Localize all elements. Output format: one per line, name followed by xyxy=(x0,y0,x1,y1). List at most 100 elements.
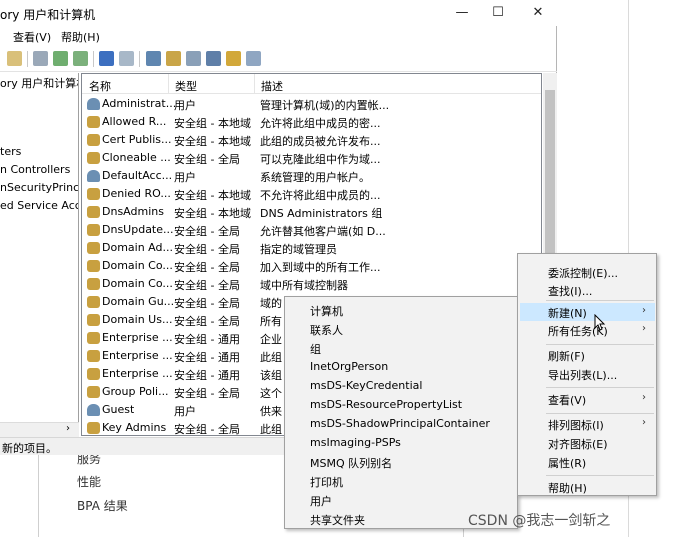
menu-view[interactable]: 查看(V) xyxy=(13,29,51,45)
status-text: 新的项目。 xyxy=(2,442,57,455)
scroll-right-icon[interactable]: › xyxy=(66,423,70,434)
cell-name: Guest xyxy=(102,403,135,416)
table-row[interactable]: Domain Co... 安全组 - 全局 加入到域中的所有工作... xyxy=(82,257,541,275)
new-submenu-item[interactable]: 用户 xyxy=(310,493,332,509)
tree-pane: ory 用户和计算机 ters n Controllers nSecurityP… xyxy=(0,73,79,423)
group-icon xyxy=(87,152,100,164)
new-submenu-item[interactable]: 组 xyxy=(310,341,321,357)
new-submenu-item[interactable]: 计算机 xyxy=(310,303,343,319)
cell-name: Cert Publis... xyxy=(102,133,172,146)
toolbar-separator xyxy=(139,51,140,67)
new-user-icon[interactable] xyxy=(146,51,161,66)
column-divider[interactable] xyxy=(168,74,169,94)
column-header-description[interactable]: 描述 xyxy=(261,78,283,94)
submenu-arrow-icon: › xyxy=(642,417,646,428)
filter-icon[interactable] xyxy=(206,51,221,66)
cell-name: Group Poli... xyxy=(102,385,169,398)
column-divider[interactable] xyxy=(254,74,255,94)
tree-item[interactable]: n Controllers xyxy=(0,163,70,176)
group-icon xyxy=(87,422,100,434)
context-menu-item[interactable]: 导出列表(L)... xyxy=(548,367,617,383)
cell-description: 此组的成员被允许发布... xyxy=(260,135,381,148)
cell-type: 安全组 - 本地域 xyxy=(174,135,251,148)
group-icon xyxy=(87,134,100,146)
context-menu-item[interactable]: 帮助(H) xyxy=(548,480,587,496)
new-submenu-item[interactable]: msDS-ResourcePropertyList xyxy=(310,398,462,411)
table-row[interactable]: DefaultAcc... 用户 系统管理的用户帐户。 xyxy=(82,167,541,185)
cell-description: DNS Administrators 组 xyxy=(260,207,383,220)
cell-description: 供来 xyxy=(260,405,282,418)
context-menu-item[interactable]: 排列图标(I) xyxy=(548,417,604,433)
cell-description: 域中所有域控制器 xyxy=(260,279,348,292)
context-menu-item[interactable]: 查看(V) xyxy=(548,392,586,408)
refresh-icon[interactable] xyxy=(53,51,68,66)
new-submenu-item[interactable]: msDS-ShadowPrincipalContainer xyxy=(310,417,490,430)
menu-help[interactable]: 帮助(H) xyxy=(61,29,100,45)
toolbar-separator xyxy=(93,51,94,67)
table-row[interactable]: Domain Ad... 安全组 - 全局 指定的域管理员 xyxy=(82,239,541,257)
bg-item-performance[interactable]: 性能 xyxy=(77,473,101,490)
context-menu-item[interactable]: 委派控制(E)... xyxy=(548,265,618,281)
console-icon[interactable] xyxy=(119,51,134,66)
cell-type: 安全组 - 全局 xyxy=(174,261,240,274)
cell-name: DnsUpdate... xyxy=(102,223,174,236)
bg-item-bpa-results[interactable]: BPA 结果 xyxy=(77,497,128,514)
context-menu-item[interactable]: 查找(I)... xyxy=(548,283,592,299)
group-icon xyxy=(87,260,100,272)
cell-description: 域的 xyxy=(260,297,282,310)
new-submenu-item[interactable]: msDS-KeyCredential xyxy=(310,379,422,392)
close-button[interactable]: ✕ xyxy=(519,0,557,26)
table-row[interactable]: Allowed R... 安全组 - 本地域 允许将此组中成员的密... xyxy=(82,113,541,131)
new-submenu-item[interactable]: InetOrgPerson xyxy=(310,360,388,373)
screen: 服务 性能 BPA 结果 › ory 用户和计算机 — ☐ ✕ 查看(V) 帮助… xyxy=(0,0,674,537)
context-menu-item[interactable]: 刷新(F) xyxy=(548,348,585,364)
context-menu-item[interactable]: 属性(R) xyxy=(548,455,586,471)
cell-type: 安全组 - 全局 xyxy=(174,423,240,436)
column-header-name[interactable]: 名称 xyxy=(89,78,111,94)
table-row[interactable]: Denied RO... 安全组 - 本地域 不允许将此组中成员的... xyxy=(82,185,541,203)
new-submenu-item[interactable]: MSMQ 队列别名 xyxy=(310,455,392,471)
context-menu-item[interactable]: 对齐图标(E) xyxy=(548,436,608,452)
cell-description: 加入到域中的所有工作... xyxy=(260,261,381,274)
menu-separator xyxy=(546,413,654,414)
cell-type: 安全组 - 全局 xyxy=(174,279,240,292)
group-icon xyxy=(87,116,100,128)
table-row[interactable]: Domain Co... 安全组 - 全局 域中所有域控制器 xyxy=(82,275,541,293)
table-row[interactable]: Administrat... 用户 管理计算机(域)的内置帐... xyxy=(82,95,541,113)
table-row[interactable]: Cloneable ... 安全组 - 全局 可以克隆此组中作为域... xyxy=(82,149,541,167)
tree-item[interactable]: nSecurityPrincipal xyxy=(0,181,78,194)
new-group-icon[interactable] xyxy=(166,51,181,66)
new-ou-icon[interactable] xyxy=(186,51,201,66)
cell-description: 该组 xyxy=(260,369,282,382)
minimize-button[interactable]: — xyxy=(443,0,481,26)
cell-type: 安全组 - 全局 xyxy=(174,243,240,256)
watermark: CSDN @我志一剑斩之 xyxy=(468,513,611,529)
mouse-cursor-icon xyxy=(594,314,606,331)
new-submenu-item[interactable]: 打印机 xyxy=(310,474,343,490)
menu-separator xyxy=(546,387,654,388)
paste-icon[interactable] xyxy=(7,51,22,66)
maximize-button[interactable]: ☐ xyxy=(479,0,517,26)
column-header-type[interactable]: 类型 xyxy=(175,78,197,94)
submenu-arrow-icon: › xyxy=(642,305,646,316)
tree-horizontal-scrollbar[interactable]: › xyxy=(0,422,79,437)
properties-icon[interactable] xyxy=(33,51,48,66)
context-menu-item[interactable]: 新建(N) xyxy=(548,305,587,321)
new-submenu-item[interactable]: msImaging-PSPs xyxy=(310,436,401,449)
find-icon[interactable] xyxy=(226,51,241,66)
tree-item[interactable]: ed Service Acco xyxy=(0,199,78,212)
toolbar xyxy=(0,46,557,72)
table-row[interactable]: Cert Publis... 安全组 - 本地域 此组的成员被允许发布... xyxy=(82,131,541,149)
table-row[interactable]: DnsUpdate... 安全组 - 全局 允许替其他客户端(如 D... xyxy=(82,221,541,239)
table-row[interactable]: DnsAdmins 安全组 - 本地域 DNS Administrators 组 xyxy=(82,203,541,221)
tree-item[interactable]: ters xyxy=(0,145,21,158)
add-to-group-icon[interactable] xyxy=(246,51,261,66)
new-submenu-item[interactable]: 共享文件夹 xyxy=(310,512,365,528)
group-icon xyxy=(87,386,100,398)
tree-root[interactable]: ory 用户和计算机 xyxy=(0,75,78,91)
new-submenu-item[interactable]: 联系人 xyxy=(310,322,343,338)
group-icon xyxy=(87,242,100,254)
export-icon[interactable] xyxy=(73,51,88,66)
help-icon[interactable] xyxy=(99,51,114,66)
menu-separator xyxy=(546,344,654,345)
